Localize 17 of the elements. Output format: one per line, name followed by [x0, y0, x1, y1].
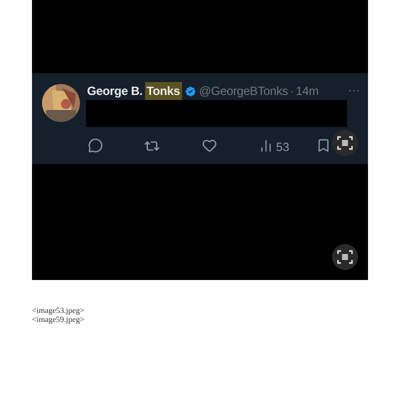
views-icon[interactable]: [259, 139, 273, 153]
post-time: 14m: [296, 83, 319, 100]
view-count: 53: [276, 139, 290, 156]
scan-text-icon: [337, 135, 353, 151]
image-caption: <image59.jpeg>: [32, 315, 84, 324]
author-name: George B.: [87, 83, 143, 100]
more-options[interactable]: ···: [348, 81, 360, 99]
like-icon[interactable]: [202, 138, 217, 153]
scan-text-icon: [337, 249, 353, 265]
image-caption: <image53.jpeg>: [32, 306, 84, 315]
text-scan-button[interactable]: [332, 244, 358, 270]
author-name: Tonks: [144, 82, 182, 100]
bookmark-icon[interactable]: [316, 138, 331, 153]
author-handle: @GeorgeBTonks: [199, 83, 288, 100]
text-scan-button[interactable]: [332, 130, 358, 156]
separator: ·: [290, 83, 294, 100]
reply-icon[interactable]: [88, 138, 103, 153]
